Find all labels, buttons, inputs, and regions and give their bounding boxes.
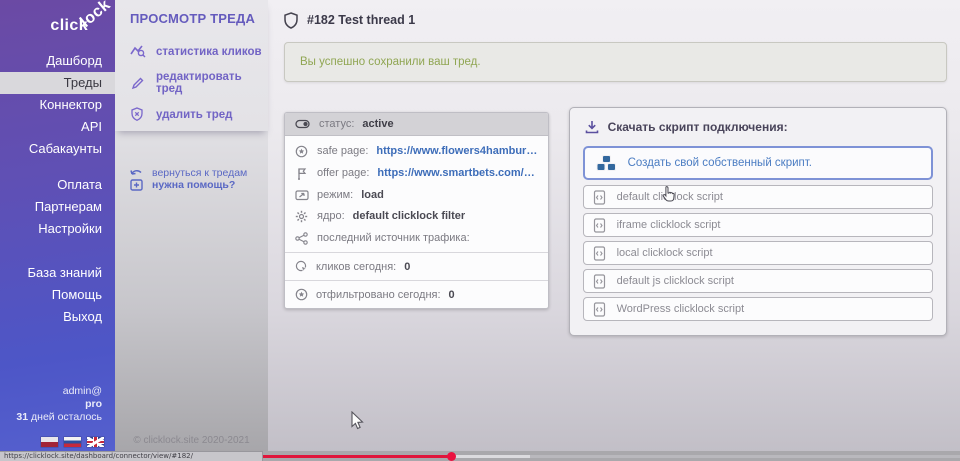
- status-row-mode: режим: load: [285, 184, 548, 205]
- script-button-wordpress[interactable]: WordPress clicklock script: [583, 297, 933, 321]
- sidebar-item-api[interactable]: API: [0, 116, 115, 138]
- language-switcher: [41, 437, 104, 447]
- sidebar-item-help[interactable]: Помощь: [0, 284, 115, 306]
- cubes-icon: [596, 155, 617, 172]
- sidebar-item-partners[interactable]: Партнерам: [0, 196, 115, 218]
- menu-item-label: статистика кликов: [156, 46, 262, 58]
- status-row-safe-page: safe page: https://www.flowers4hamburg.c…: [285, 140, 548, 162]
- stats-icon: [130, 44, 147, 59]
- file-code-icon: [593, 274, 606, 289]
- shield-icon: [284, 12, 298, 29]
- click-target-icon: [295, 260, 308, 273]
- sidebar-item-dashboard[interactable]: Дашборд: [0, 50, 115, 72]
- thread-menu-links: вернуться к тредам нужна помощь?: [115, 167, 268, 191]
- help-plus-icon: [130, 179, 144, 191]
- script-button-local[interactable]: local clicklock script: [583, 241, 933, 265]
- status-row-offer-page: offer page: https://www.smartbets.com/fo…: [285, 162, 548, 184]
- page-title: #182 Test thread 1: [307, 13, 415, 27]
- main-content: #182 Test thread 1 Вы успешно сохранили …: [268, 0, 960, 452]
- delete-shield-icon: [130, 107, 147, 122]
- file-code-icon: [593, 302, 606, 317]
- toggle-on-icon: [295, 119, 311, 129]
- app-window: click lock Дашборд Треды Коннектор API С…: [0, 0, 960, 461]
- link-back-to-threads[interactable]: вернуться к тредам: [115, 167, 268, 179]
- flag-uk-icon[interactable]: [87, 437, 104, 447]
- gear-icon: [295, 210, 309, 223]
- mode-icon: [295, 189, 309, 201]
- flag-russia-icon[interactable]: [64, 437, 81, 447]
- thread-menu-panel: ПРОСМОТР ТРЕДА статистика кликов редакти…: [115, 0, 268, 452]
- success-alert: Вы успешно сохранили ваш тред.: [284, 42, 947, 82]
- sidebar-item-payment[interactable]: Оплата: [0, 174, 115, 196]
- download-icon: [585, 120, 599, 134]
- script-button-iframe[interactable]: iframe clicklock script: [583, 213, 933, 237]
- clicklock-logo: click lock: [0, 0, 115, 46]
- scripts-card-header: Скачать скрипт подключения:: [585, 120, 933, 134]
- share-icon: [295, 232, 309, 245]
- script-button-default-js[interactable]: default js clicklock script: [583, 269, 933, 293]
- account-email: admin@: [0, 385, 102, 398]
- progress-scrubber-handle[interactable]: [447, 452, 456, 461]
- scripts-card-title: Скачать скрипт подключения:: [608, 120, 788, 134]
- file-code-icon: [593, 190, 606, 205]
- browser-status-url: https://clicklock.site/dashboard/connect…: [0, 451, 263, 461]
- sidebar-item-settings[interactable]: Настройки: [0, 218, 115, 240]
- counter-filtered-today: отфильтровано сегодня: 0: [285, 280, 548, 308]
- flag-icon: [295, 167, 309, 180]
- copyright: © clicklock.site 2020-2021: [115, 435, 268, 446]
- status-label: статус:: [319, 118, 354, 130]
- menu-item-edit-thread[interactable]: редактировать тред: [115, 65, 268, 101]
- file-code-icon: [593, 246, 606, 261]
- status-value: active: [362, 118, 393, 130]
- sidebar-item-subaccounts[interactable]: Сабакаунты: [0, 138, 115, 160]
- create-custom-script-label: Создать свой собственный скрипт.: [628, 157, 812, 169]
- sidebar-item-threads[interactable]: Треды: [0, 72, 115, 94]
- create-custom-script-button[interactable]: Создать свой собственный скрипт.: [583, 146, 933, 180]
- counter-clicks-today: кликов сегодня: 0: [285, 252, 548, 280]
- link-need-help[interactable]: нужна помощь?: [115, 179, 268, 191]
- script-button-label: WordPress clicklock script: [617, 303, 745, 315]
- script-button-label: default js clicklock script: [617, 275, 734, 287]
- safe-page-link[interactable]: https://www.flowers4hamburg.com/: [376, 145, 537, 157]
- account-days-left: 31 дней осталось: [0, 411, 102, 424]
- page-header: #182 Test thread 1: [284, 9, 947, 31]
- account-plan: pro: [0, 398, 102, 411]
- badge-star-icon: [295, 145, 309, 158]
- success-alert-message: Вы успешно сохранили ваш тред.: [300, 56, 481, 68]
- status-row-core: ядро: default clicklock filter: [285, 205, 548, 227]
- link-label: вернуться к тредам: [152, 167, 247, 179]
- menu-item-label: редактировать тред: [156, 71, 264, 95]
- offer-page-link[interactable]: https://www.smartbets.com/football/tea..…: [377, 167, 537, 179]
- sidebar-item-logout[interactable]: Выход: [0, 306, 115, 328]
- sidebar: click lock Дашборд Треды Коннектор API С…: [0, 0, 115, 452]
- thread-menu-title: ПРОСМОТР ТРЕДА: [115, 11, 268, 26]
- script-button-label: default clicklock script: [617, 191, 723, 203]
- badge-star-icon: [295, 288, 308, 301]
- script-button-label: local clicklock script: [617, 247, 713, 259]
- sidebar-nav: Дашборд Треды Коннектор API Сабакаунты О…: [0, 50, 115, 328]
- script-button-label: iframe clicklock script: [617, 219, 721, 231]
- thread-status-card: статус: active safe page: https://www.fl…: [284, 112, 549, 309]
- download-scripts-card: Скачать скрипт подключения: Создать свой…: [569, 107, 947, 336]
- status-row-last-traffic-source: последний источник трафика:: [285, 227, 548, 249]
- account-info: admin@ pro 31 дней осталось: [0, 385, 115, 424]
- script-button-default[interactable]: default clicklock script: [583, 185, 933, 209]
- link-label: нужна помощь?: [152, 179, 235, 191]
- sidebar-item-connector[interactable]: Коннектор: [0, 94, 115, 116]
- menu-item-click-statistics[interactable]: статистика кликов: [115, 38, 268, 65]
- menu-item-label: удалить тред: [156, 109, 232, 121]
- file-code-icon: [593, 218, 606, 233]
- undo-icon: [130, 167, 144, 179]
- status-card-header: статус: active: [285, 113, 548, 136]
- flag-white-red-icon[interactable]: [41, 437, 58, 447]
- pencil-icon: [130, 76, 147, 91]
- sidebar-item-knowledge-base[interactable]: База знаний: [0, 262, 115, 284]
- thread-menu-card: ПРОСМОТР ТРЕДА статистика кликов редакти…: [115, 0, 268, 131]
- menu-item-delete-thread[interactable]: удалить тред: [115, 101, 268, 128]
